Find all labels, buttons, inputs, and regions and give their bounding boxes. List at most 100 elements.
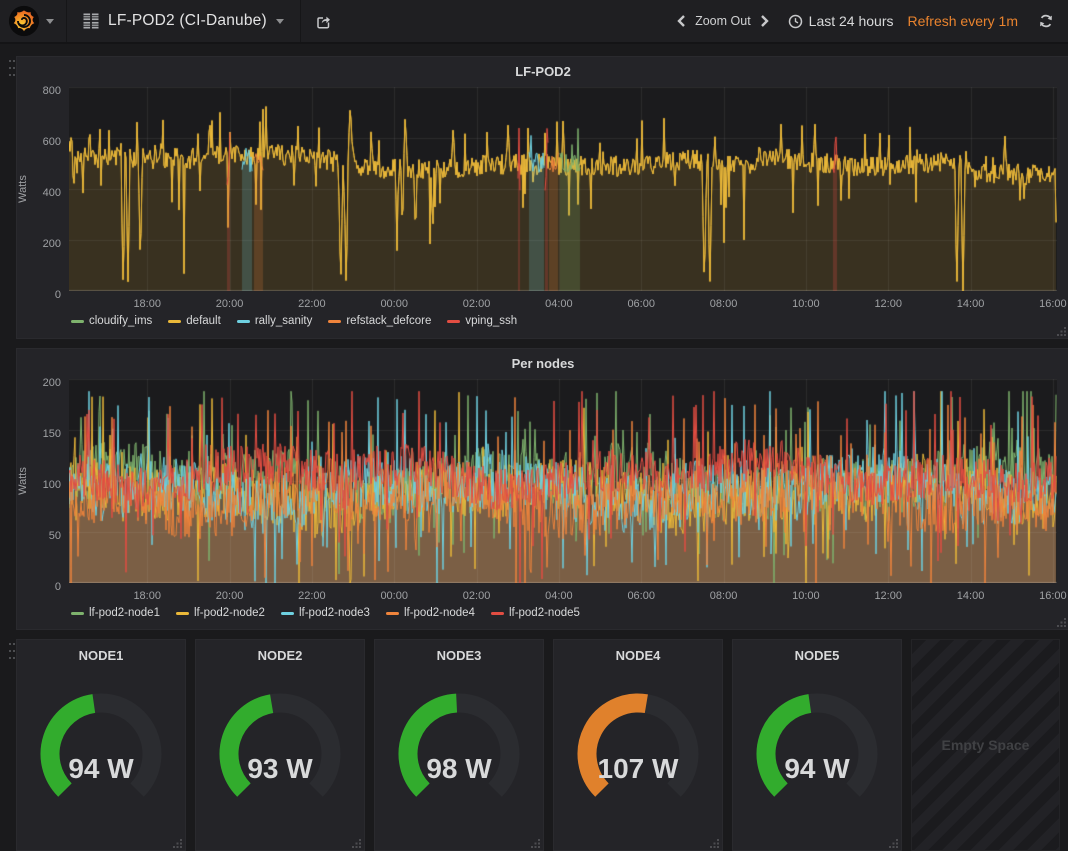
x-tick-label: 08:00: [710, 590, 738, 602]
time-shift-forward-button[interactable]: [760, 14, 770, 28]
legend-item-vping_ssh[interactable]: vping_ssh: [447, 315, 517, 327]
panel-resize-handle[interactable]: [1056, 326, 1066, 336]
grafana-logo-icon: [8, 5, 40, 37]
time-shift-back-button[interactable]: [676, 14, 686, 28]
legend-label: lf-pod2-node4: [404, 607, 475, 619]
x-tick-label: 20:00: [216, 590, 244, 602]
x-tick-label: 04:00: [545, 298, 573, 310]
x-tick-label: 04:00: [545, 590, 573, 602]
legend-item-cloudify_ims[interactable]: cloudify_ims: [71, 315, 152, 327]
row-drag-handle[interactable]: [9, 643, 15, 665]
y-axis-ticks: 050100150200: [31, 379, 65, 583]
panel-resize-handle[interactable]: [888, 838, 898, 848]
y-tick-label: 800: [43, 85, 61, 97]
panel-resize-handle[interactable]: [1056, 617, 1066, 627]
gauge-panel-node2: NODE2 93 W: [195, 639, 365, 851]
legend-item-rally_sanity[interactable]: rally_sanity: [237, 315, 313, 327]
gauge-value: 98 W: [426, 753, 492, 784]
x-tick-label: 00:00: [380, 590, 408, 602]
legend-swatch-icon: [168, 320, 181, 323]
panel-title[interactable]: NODE3: [375, 640, 543, 668]
row-drag-handle[interactable]: [9, 60, 15, 82]
panel-title[interactable]: NODE1: [17, 640, 185, 668]
panel-title[interactable]: LF-POD2: [17, 57, 1068, 83]
dashboard-title: LF-POD2 (CI-Danube): [108, 12, 267, 30]
dashboard-picker[interactable]: LF-POD2 (CI-Danube): [67, 0, 301, 42]
panel-resize-handle[interactable]: [530, 838, 540, 848]
panel-title[interactable]: NODE2: [196, 640, 364, 668]
legend-swatch-icon: [386, 612, 399, 615]
gauge-value: 94 W: [68, 753, 134, 784]
grafana-logo-button[interactable]: [0, 0, 67, 42]
refresh-dashboard-button[interactable]: [1038, 13, 1054, 29]
gauges-row: NODE194 WNODE293 WNODE398 WNODE4107 WNOD…: [16, 639, 1060, 851]
y-tick-label: 200: [43, 238, 61, 250]
legend-swatch-icon: [237, 320, 250, 323]
zoom-out-button[interactable]: Zoom Out: [695, 14, 751, 28]
x-tick-label: 14:00: [957, 298, 985, 310]
power-graph-canvas[interactable]: [69, 87, 1057, 291]
chevron-down-icon: [276, 19, 284, 24]
legend-item-refstack_defcore[interactable]: refstack_defcore: [328, 315, 431, 327]
nodes-graph-canvas[interactable]: [69, 379, 1057, 583]
legend-label: refstack_defcore: [346, 315, 431, 327]
y-axis-ticks: 0200400600800: [31, 87, 65, 291]
legend-swatch-icon: [491, 612, 504, 615]
y-axis-label: Watts: [15, 87, 31, 291]
chevron-left-icon: [676, 14, 686, 28]
refresh-interval-button[interactable]: Refresh every 1m: [908, 13, 1018, 29]
panel-resize-handle[interactable]: [351, 838, 361, 848]
dashboard-grid: LF-POD2 Watts 0200400600800 18:00 20:00 22…: [0, 44, 1068, 851]
gauge-panel-node5: NODE5 94 W: [732, 639, 902, 851]
x-tick-label: 18:00: [133, 590, 161, 602]
x-tick-label: 22:00: [298, 590, 326, 602]
gauge-panel-node4: NODE4107 W: [553, 639, 723, 851]
y-tick-label: 50: [49, 530, 61, 542]
gauge-chart: 94 W: [733, 668, 901, 828]
refresh-icon: [1038, 13, 1054, 29]
legend-swatch-icon: [281, 612, 294, 615]
y-tick-label: 200: [43, 377, 61, 389]
x-tick-label: 16:00: [1039, 590, 1067, 602]
graph-legend: cloudify_ims default rally_sanity refstack_…: [71, 315, 517, 327]
legend-label: rally_sanity: [255, 315, 313, 327]
clock-icon: [788, 14, 803, 29]
x-tick-label: 20:00: [216, 298, 244, 310]
empty-space-panel[interactable]: Empty Space: [911, 639, 1060, 851]
share-icon: [315, 13, 332, 30]
y-axis-label: Watts: [15, 379, 31, 583]
gauge-panel-node1: NODE1 94 W: [16, 639, 186, 851]
gauge-chart: 98 W: [375, 668, 543, 828]
panel-title[interactable]: NODE4: [554, 640, 722, 668]
panel-title[interactable]: NODE5: [733, 640, 901, 668]
x-axis-ticks: 18:0020:0022:0000:0002:0004:0006:0008:00…: [69, 587, 1057, 603]
time-range-picker[interactable]: Last 24 hours: [788, 13, 894, 29]
legend-label: vping_ssh: [465, 315, 517, 327]
legend-label: lf-pod2-node3: [299, 607, 370, 619]
legend-label: lf-pod2-node5: [509, 607, 580, 619]
panel-resize-handle[interactable]: [172, 838, 182, 848]
legend-item-default[interactable]: default: [168, 315, 221, 327]
navbar: LF-POD2 (CI-Danube) Zoom Out Last 2: [0, 0, 1068, 44]
y-tick-label: 0: [55, 581, 61, 593]
time-range-label: Last 24 hours: [809, 13, 894, 29]
legend-swatch-icon: [71, 612, 84, 615]
panel-title[interactable]: Per nodes: [17, 349, 1068, 375]
chevron-right-icon: [760, 14, 770, 28]
legend-item-lf-pod2-node2[interactable]: lf-pod2-node2: [176, 607, 265, 619]
x-tick-label: 12:00: [874, 590, 902, 602]
panel-lf-pod2: LF-POD2 Watts 0200400600800 18:0020:0022…: [16, 56, 1068, 339]
x-tick-label: 02:00: [463, 590, 491, 602]
legend-item-lf-pod2-node3[interactable]: lf-pod2-node3: [281, 607, 370, 619]
gauge-value: 94 W: [784, 753, 850, 784]
gauge-value: 93 W: [247, 753, 313, 784]
legend-swatch-icon: [71, 320, 84, 323]
chevron-down-icon: [46, 19, 54, 24]
legend-item-lf-pod2-node4[interactable]: lf-pod2-node4: [386, 607, 475, 619]
share-dashboard-button[interactable]: [301, 0, 346, 42]
legend-item-lf-pod2-node5[interactable]: lf-pod2-node5: [491, 607, 580, 619]
legend-item-lf-pod2-node1[interactable]: lf-pod2-node1: [71, 607, 160, 619]
x-tick-label: 02:00: [463, 298, 491, 310]
gauge-panel-node3: NODE3 98 W: [374, 639, 544, 851]
panel-resize-handle[interactable]: [709, 838, 719, 848]
